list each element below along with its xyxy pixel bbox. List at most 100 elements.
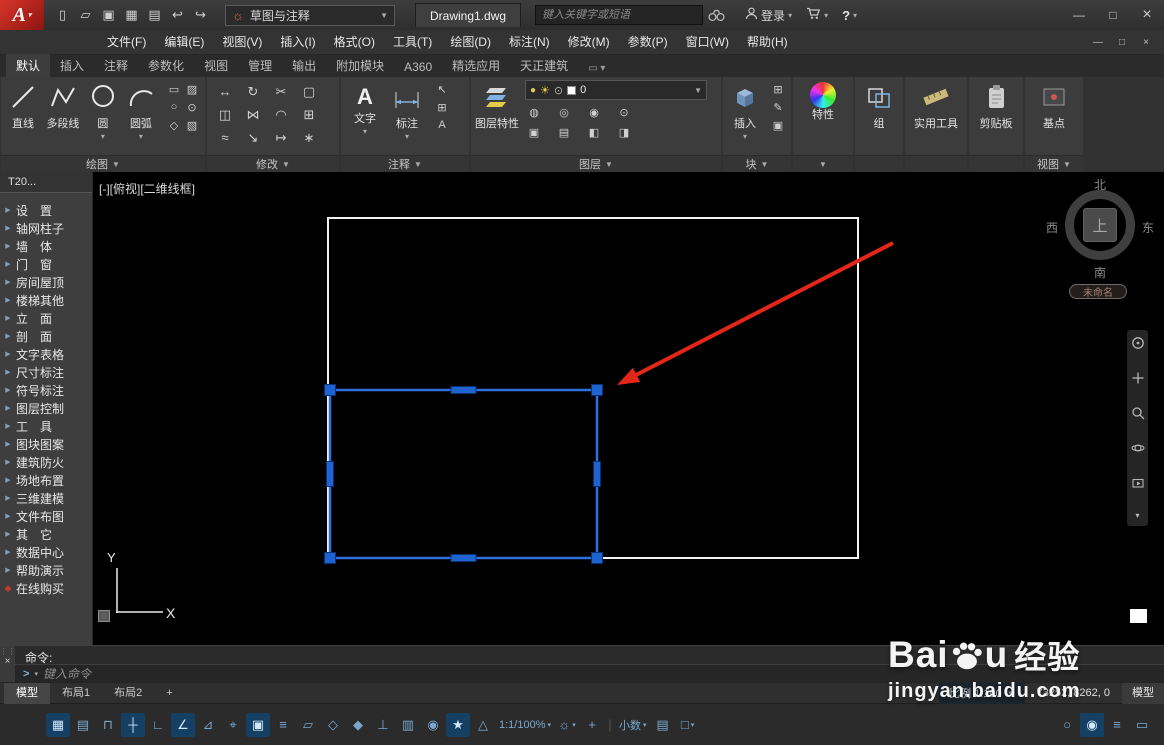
save-button[interactable]: ▣ — [98, 4, 119, 26]
drawing-canvas[interactable]: [-][俯视][二维线框] Y X 北 南 西 东 上 未命名 ▾ — [93, 172, 1164, 645]
customization[interactable]: ≡ — [1105, 713, 1129, 737]
sidebar-item-stairs-other[interactable]: ▶ 楼梯其他 — [0, 291, 92, 309]
drag-handle-icon[interactable]: ⋮⋮ — [0, 648, 16, 656]
circle-tool[interactable]: 圆 ▾ — [85, 80, 121, 141]
ribbon-tab-output[interactable]: 输出 — [282, 54, 326, 77]
corner-grip[interactable] — [591, 552, 603, 564]
snap-mode[interactable]: ▤ — [71, 713, 95, 737]
viewcube[interactable]: 北 南 西 东 上 — [1045, 178, 1155, 282]
sidebar-item-fire-protection[interactable]: ▶ 建筑防火 — [0, 453, 92, 471]
full-navigation-wheel-icon[interactable] — [1131, 336, 1145, 355]
sidebar-item-site-layout[interactable]: ▶ 场地布置 — [0, 471, 92, 489]
new-file-button[interactable]: ▯ — [52, 4, 73, 26]
sidebar-item-settings[interactable]: ▶ 设 置 — [0, 201, 92, 219]
viewcube-south[interactable]: 南 — [1094, 264, 1106, 281]
infer-constraints[interactable]: ⊓ — [96, 713, 120, 737]
menu-draw[interactable]: 绘图(D) — [441, 30, 500, 54]
menu-modify[interactable]: 修改(M) — [559, 30, 619, 54]
menu-format[interactable]: 格式(O) — [325, 30, 384, 54]
lock-ui[interactable]: □ ▾ — [676, 713, 700, 737]
polyline-tool[interactable]: 多段线 — [43, 80, 83, 130]
sidebar-item-dimension[interactable]: ▶ 尺寸标注 — [0, 363, 92, 381]
sidebar-item-elevation[interactable]: ▶ 立 面 — [0, 309, 92, 327]
menu-parametric[interactable]: 参数(P) — [619, 30, 677, 54]
corner-grip[interactable] — [324, 384, 336, 396]
save-as-button[interactable]: ▦ — [121, 4, 142, 26]
viewcube-east[interactable]: 东 — [1142, 219, 1154, 236]
workspace-switching[interactable]: ☼ ▾ — [555, 713, 579, 737]
lineweight[interactable]: ≡ — [271, 713, 295, 737]
redo-button[interactable]: ↪ — [190, 4, 211, 26]
pan-icon[interactable] — [1131, 371, 1145, 390]
menu-help[interactable]: 帮助(H) — [738, 30, 797, 54]
autoscale[interactable]: △ — [471, 713, 495, 737]
properties-panel-expander[interactable]: ▼ — [793, 155, 853, 172]
gizmo[interactable]: ◉ — [421, 713, 445, 737]
line-tool[interactable]: 直线 — [5, 80, 41, 130]
new-layout-tab[interactable]: + — [154, 683, 184, 704]
selection-filtering[interactable]: ▥ — [396, 713, 420, 737]
offset-tool[interactable]: ≈ — [211, 126, 239, 149]
midpoint-grip[interactable] — [326, 461, 334, 487]
chevron-down-icon[interactable]: ▾ — [1135, 511, 1139, 520]
gradient-tool[interactable]: ▧ — [183, 116, 201, 134]
units[interactable]: 小数 ▾ — [616, 713, 650, 737]
ribbon-tab-manage[interactable]: 管理 — [238, 54, 282, 77]
sidebar-item-text-table[interactable]: ▶ 文字表格 — [0, 345, 92, 363]
document-tab[interactable]: Drawing1.dwg — [415, 3, 522, 27]
block-panel-label[interactable]: 块 ▼ — [723, 155, 791, 172]
copy-tool[interactable]: ◫ — [211, 103, 239, 126]
create-block-tool[interactable]: ⊞ — [769, 80, 787, 98]
point-tool[interactable]: ⊙ — [183, 98, 201, 116]
help-button[interactable]: ? ▾ — [842, 8, 857, 23]
sign-in-button[interactable]: 登录 ▾ — [745, 7, 792, 24]
text-style-tool[interactable]: A — [433, 116, 451, 134]
hatch-tool[interactable]: ▨ — [183, 80, 201, 98]
zoom-icon[interactable] — [1131, 406, 1145, 425]
layer-color-swatch[interactable] — [567, 85, 577, 95]
draw-panel-label[interactable]: 绘图 ▼ — [1, 155, 205, 172]
modify-panel-label[interactable]: 修改 ▼ — [207, 155, 339, 172]
midpoint-grip[interactable] — [450, 386, 477, 394]
quick-properties[interactable]: ▤ — [651, 713, 675, 737]
model-tab[interactable]: 模型 — [4, 682, 50, 704]
trim-tool[interactable]: ✂ — [267, 80, 295, 103]
annotation-monitor[interactable]: + — [580, 713, 604, 737]
polar-tracking[interactable]: ∠ — [171, 712, 195, 737]
plot-button[interactable]: ▤ — [144, 4, 165, 26]
layer-merge-tool[interactable]: ◨ — [615, 123, 633, 141]
object-snap[interactable]: ▣ — [246, 712, 270, 737]
doc-minimize-button[interactable]: — — [1088, 37, 1108, 48]
command-input[interactable] — [42, 666, 343, 681]
midpoint-grip[interactable] — [450, 554, 477, 562]
app-menu-button[interactable]: A ▾ — [0, 0, 44, 30]
ribbon-minimize-button[interactable]: ▭ ▾ — [584, 60, 609, 77]
layer-freeze-tool[interactable]: ◉ — [585, 103, 603, 121]
sidebar-item-online-purchase[interactable]: ◆ 在线购买 — [0, 579, 92, 597]
layer-panel-label[interactable]: 图层 ▼ — [471, 155, 721, 172]
ribbon-tab-insert[interactable]: 插入 — [50, 54, 94, 77]
sidebar-item-layer-control[interactable]: ▶ 图层控制 — [0, 399, 92, 417]
sidebar-item-door-window[interactable]: ▶ 门 窗 — [0, 255, 92, 273]
layer-on-icon[interactable]: ● — [530, 85, 536, 96]
layer-previous-tool[interactable]: ▤ — [555, 123, 573, 141]
layer-walk-tool[interactable]: ◧ — [585, 123, 603, 141]
layout1-tab[interactable]: 布局1 — [50, 683, 102, 704]
menu-insert[interactable]: 插入(I) — [271, 30, 324, 54]
clipboard-button[interactable]: 剪贴板 — [976, 80, 1016, 130]
isolate-objects[interactable]: ○ — [1055, 713, 1079, 737]
object-snap-3d[interactable]: ◆ — [346, 713, 370, 737]
doc-restore-button[interactable]: □ — [1112, 37, 1132, 48]
sidebar-item-axis-grid[interactable]: ▶ 轴网柱子 — [0, 219, 92, 237]
layer-isolate-tool[interactable]: ◎ — [555, 103, 573, 121]
sidebar-item-wall[interactable]: ▶ 墙 体 — [0, 237, 92, 255]
ellipse-tool[interactable]: ○ — [165, 98, 183, 116]
layer-lock-icon[interactable]: ⊙ — [554, 84, 563, 97]
menu-window[interactable]: 窗口(W) — [677, 30, 738, 54]
layer-match-tool[interactable]: ▣ — [525, 123, 543, 141]
mirror-tool[interactable]: ⋈ — [239, 103, 267, 126]
viewcube-top-face[interactable]: 上 — [1083, 208, 1117, 242]
close-button[interactable]: × — [1130, 0, 1164, 30]
fillet-tool[interactable]: ◠ — [267, 103, 295, 126]
workspace-selector[interactable]: ☼ 草图与注释 ▼ — [225, 4, 395, 26]
